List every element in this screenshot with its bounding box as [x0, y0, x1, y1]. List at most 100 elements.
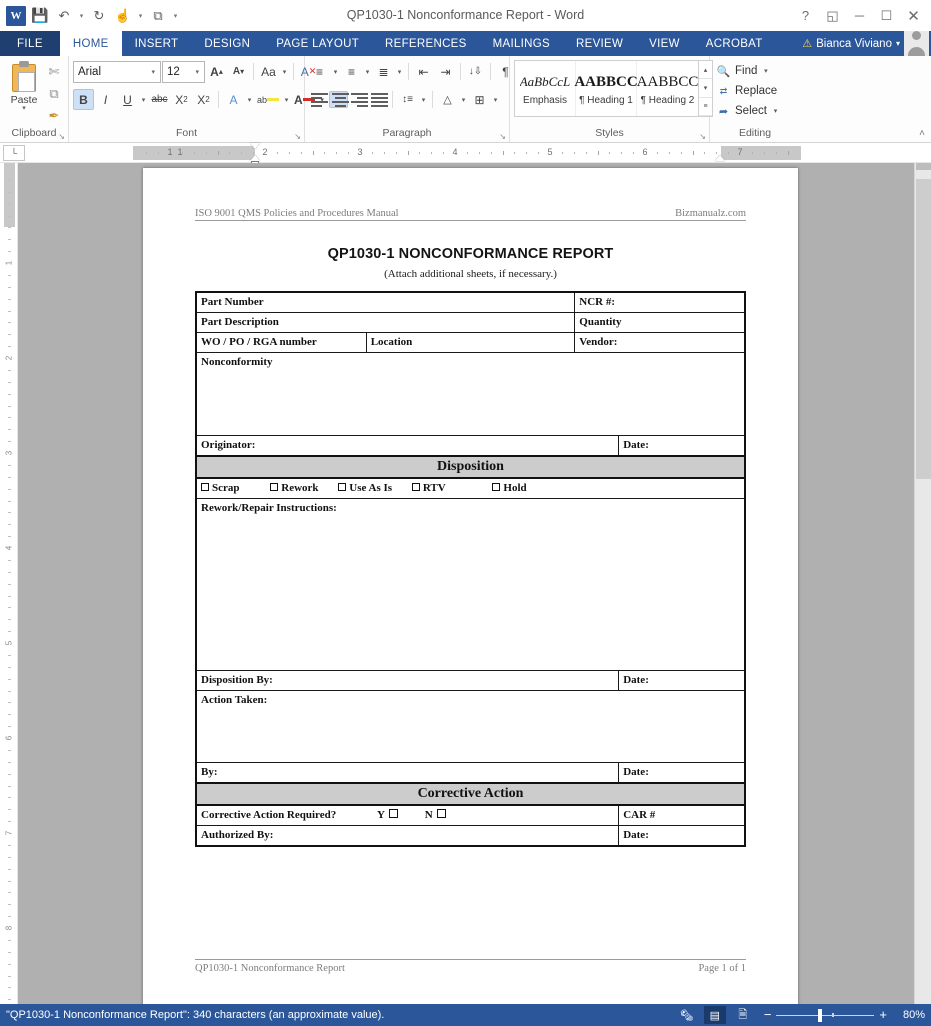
cell-location[interactable]: Location [366, 333, 575, 353]
style-heading-1[interactable]: AABBCC ¶ Heading 1 [576, 61, 637, 116]
font-name-caret-icon[interactable]: ▾ [148, 68, 160, 76]
cell-vendor[interactable]: Vendor: [575, 333, 745, 353]
print-layout-view-button[interactable]: ▤ [704, 1006, 726, 1024]
cell-authorized-by-date[interactable]: Date: [619, 826, 745, 847]
tab-insert[interactable]: INSERT [122, 31, 192, 56]
touch-mode-caret-icon[interactable]: ▾ [136, 12, 145, 20]
change-case-caret-icon[interactable]: ▾ [280, 68, 289, 76]
nonconformance-form-table[interactable]: Part Number NCR #: Part Description Quan… [195, 291, 746, 847]
redo-icon[interactable]: ↻ [88, 5, 110, 27]
cell-ncr-number[interactable]: NCR #: [575, 292, 745, 313]
clipboard-dialog-launcher[interactable]: ↘ [58, 132, 65, 141]
table-row-part-number[interactable]: Part Number NCR #: [196, 292, 745, 313]
text-highlight-caret-icon[interactable]: ▾ [282, 96, 291, 104]
undo-icon[interactable]: ↶ [53, 5, 75, 27]
paste-caret-icon[interactable]: ▾ [22, 106, 26, 112]
web-layout-view-button[interactable]: 🗎 [732, 1006, 754, 1024]
borders-icon[interactable]: ⊞ [469, 89, 490, 110]
select-button[interactable]: ➦ Select ▾ [714, 101, 780, 121]
tab-view[interactable]: VIEW [636, 31, 693, 56]
multilevel-list-icon[interactable]: ≣ [373, 61, 394, 82]
find-caret-icon[interactable]: ▾ [761, 67, 770, 75]
zoom-in-button[interactable]: + [879, 1010, 887, 1020]
table-row-corrective-action-required[interactable]: Corrective Action Required? Y N CAR # [196, 805, 745, 826]
multilevel-list-caret-icon[interactable]: ▾ [395, 68, 404, 76]
tab-mailings[interactable]: MAILINGS [480, 31, 563, 56]
strikethrough-button[interactable]: abc [149, 89, 170, 110]
bullets-icon[interactable]: ≡ [309, 61, 330, 82]
tab-references[interactable]: REFERENCES [372, 31, 480, 56]
cell-authorized-by[interactable]: Authorized By: [196, 826, 619, 847]
cell-corrective-action-required[interactable]: Corrective Action Required? Y N [196, 805, 619, 826]
checkbox-option-use-as-is[interactable]: Use As Is [338, 481, 392, 496]
tab-design[interactable]: DESIGN [191, 31, 263, 56]
cut-icon[interactable]: ✄ [44, 62, 64, 81]
read-mode-view-button[interactable]: 🗞 [676, 1006, 698, 1024]
copy-icon[interactable]: ⧉ [44, 84, 64, 103]
scrollbar-thumb[interactable] [916, 179, 931, 479]
tab-review[interactable]: REVIEW [563, 31, 636, 56]
vertical-ruler[interactable]: 12345678 [0, 163, 18, 1004]
numbering-caret-icon[interactable]: ▾ [363, 68, 372, 76]
tab-acrobat[interactable]: ACROBAT [693, 31, 776, 56]
bold-button[interactable]: B [73, 89, 94, 110]
table-row-wo-po-rga[interactable]: WO / PO / RGA number Location Vendor: [196, 333, 745, 353]
shading-caret-icon[interactable]: ▾ [459, 96, 468, 104]
cell-disposition-by-date[interactable]: Date: [619, 671, 745, 691]
undo-caret-icon[interactable]: ▾ [77, 12, 86, 20]
font-size-combo[interactable]: 12 ▾ [162, 61, 205, 83]
table-row-disposition-by[interactable]: Disposition By: Date: [196, 671, 745, 691]
cell-quantity[interactable]: Quantity [575, 313, 745, 333]
help-button[interactable]: ? [792, 2, 819, 29]
text-highlight-icon[interactable]: ab [255, 89, 281, 110]
align-right-button[interactable] [349, 91, 368, 108]
bullets-caret-icon[interactable]: ▾ [331, 68, 340, 76]
zoom-slider[interactable]: − + [764, 1010, 887, 1020]
text-effects-icon[interactable]: A [223, 89, 244, 110]
checkbox-option-no[interactable]: N [425, 809, 446, 821]
tab-page-layout[interactable]: PAGE LAYOUT [263, 31, 372, 56]
split-window-handle[interactable] [916, 163, 931, 170]
styles-dialog-launcher[interactable]: ↘ [699, 132, 706, 141]
tab-stop-selector-button[interactable]: └ [3, 145, 25, 161]
checkbox-option-hold[interactable]: Hold [492, 481, 526, 496]
copy-icon[interactable]: ⧉ [147, 5, 169, 27]
cell-part-number[interactable]: Part Number [196, 292, 575, 313]
shading-icon[interactable]: △ [437, 89, 458, 110]
account-area[interactable]: ⚠ Bianca Viviano ▾ [802, 31, 931, 56]
quick-access-toolbar[interactable]: W 💾 ↶ ▾ ↻ ☝ ▾ ⧉ ▾ [0, 5, 180, 27]
grow-font-icon[interactable]: A▴ [206, 61, 227, 82]
paste-button[interactable]: Paste ▾ [4, 59, 44, 112]
touch-mode-icon[interactable]: ☝ [112, 5, 134, 27]
increase-indent-icon[interactable]: ⇥ [435, 61, 456, 82]
line-spacing-icon[interactable]: ↕≡ [397, 89, 418, 110]
table-row-part-description[interactable]: Part Description Quantity [196, 313, 745, 333]
sort-icon[interactable]: ↓⇩ [465, 61, 486, 82]
close-button[interactable]: ✕ [900, 2, 927, 29]
superscript-button[interactable]: X2 [193, 89, 214, 110]
account-caret-icon[interactable]: ▾ [896, 39, 900, 48]
table-row-originator[interactable]: Originator: Date: [196, 436, 745, 457]
cell-car-number[interactable]: CAR # [619, 805, 745, 826]
zoom-thumb[interactable] [818, 1009, 822, 1022]
shrink-font-icon[interactable]: A▾ [228, 61, 249, 82]
font-size-caret-icon[interactable]: ▾ [192, 68, 204, 76]
justify-button[interactable] [369, 91, 388, 108]
cell-originator-date[interactable]: Date: [619, 436, 745, 457]
account-name[interactable]: Bianca Viviano [816, 38, 892, 50]
align-center-button[interactable] [329, 91, 348, 108]
italic-button[interactable]: I [95, 89, 116, 110]
font-name-combo[interactable]: Arial ▾ [73, 61, 161, 83]
paragraph-dialog-launcher[interactable]: ↘ [499, 132, 506, 141]
find-button[interactable]: 🔍 Find ▾ [714, 61, 770, 81]
style-emphasis[interactable]: AaBbCcL Emphasis [515, 61, 576, 116]
tab-home[interactable]: HOME [60, 31, 122, 56]
ribbon-display-options-button[interactable]: ◱ [819, 2, 846, 29]
page-canvas[interactable]: ISO 9001 QMS Policies and Procedures Man… [18, 163, 914, 1004]
checkbox-option-scrap[interactable]: Scrap [201, 481, 240, 496]
cell-by[interactable]: By: [196, 763, 619, 784]
horizontal-ruler[interactable]: └ 12345671 [0, 143, 931, 163]
table-row-nonconformity[interactable]: Nonconformity [196, 353, 745, 436]
cell-nonconformity[interactable]: Nonconformity [196, 353, 745, 436]
first-line-indent-marker[interactable] [250, 143, 260, 149]
